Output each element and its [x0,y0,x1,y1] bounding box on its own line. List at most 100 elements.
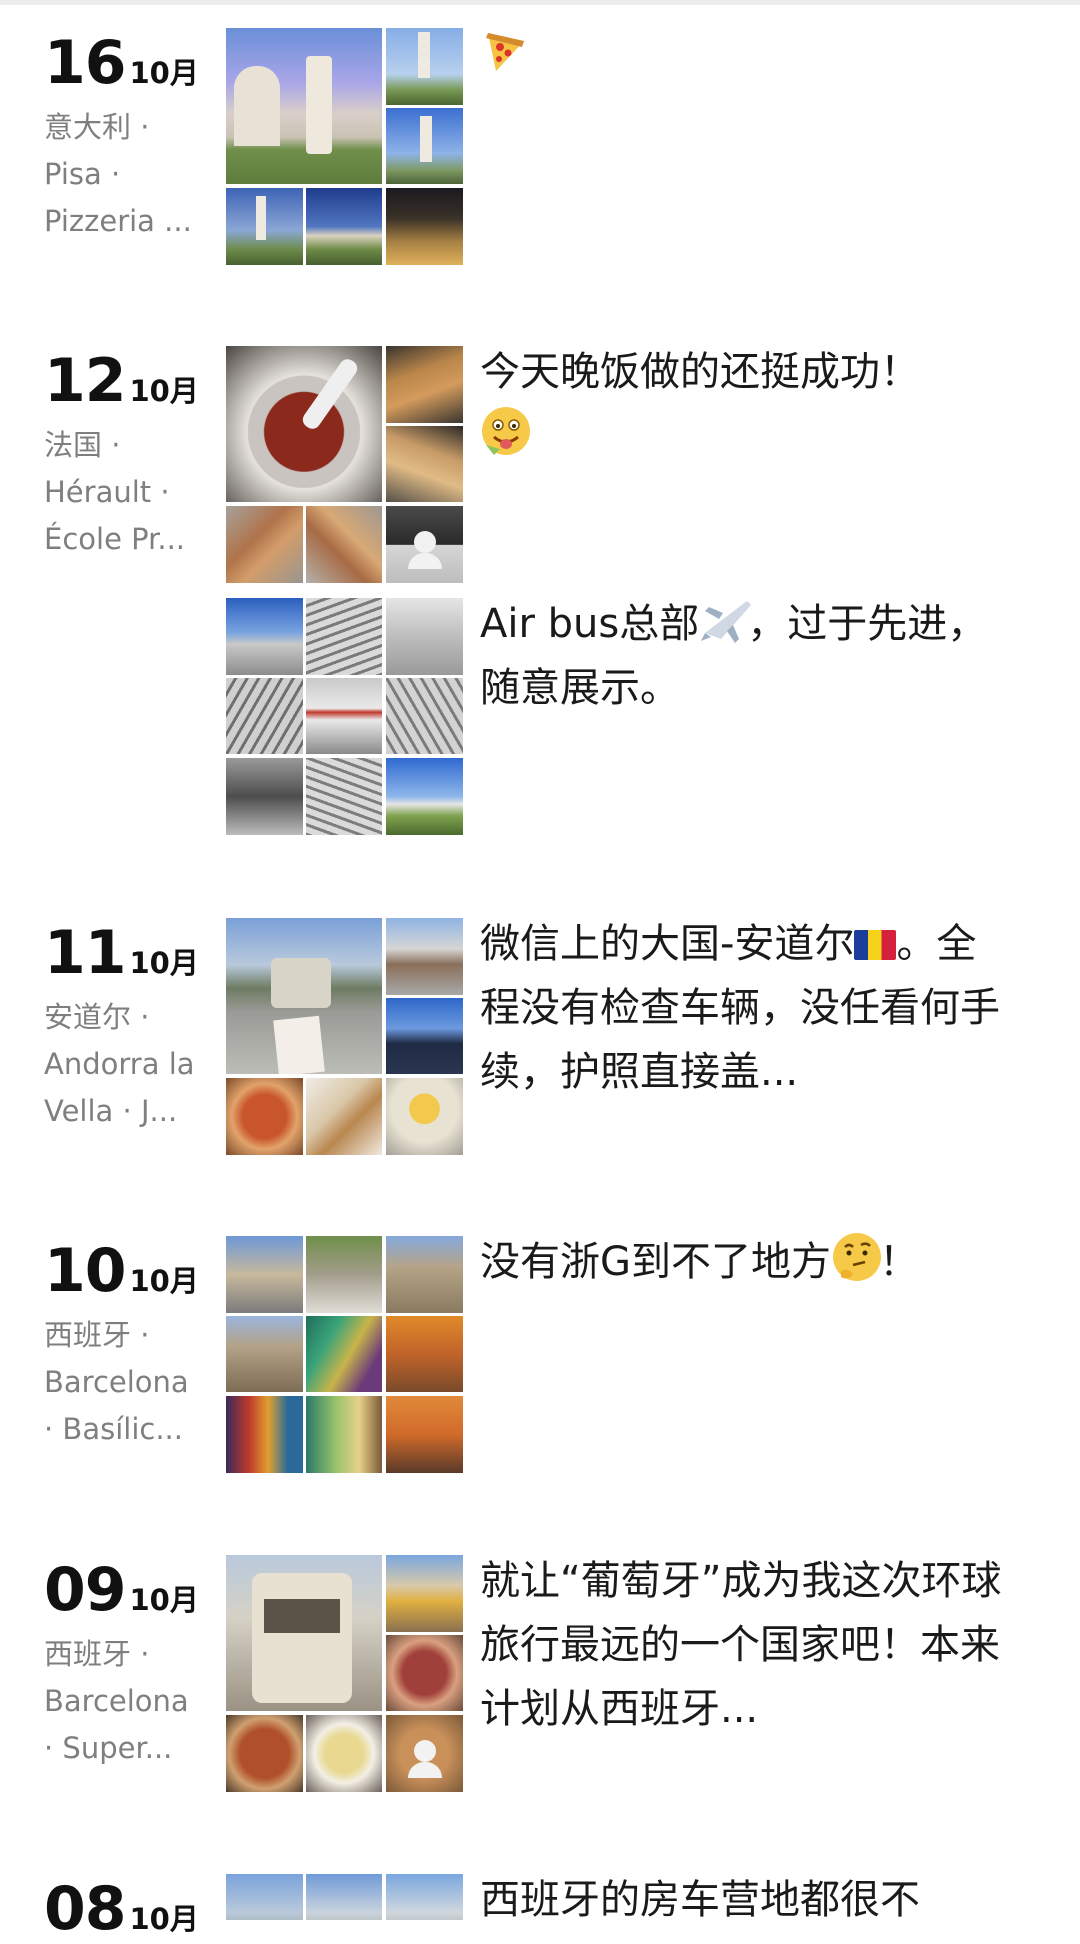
location-line: 西班牙 · [44,1637,150,1671]
post-day: 12 [44,346,126,416]
caption-text: 西班牙的房车营地都很不 [480,1877,920,1923]
photo-thumbnail[interactable] [386,678,463,754]
photo-thumbnail[interactable] [226,1316,303,1392]
post-caption[interactable]: 微信上的大国-安道尔 。全程没有检查车辆，没任看何手续，护照直接盖... [480,912,1010,1104]
photo-thumbnail[interactable] [386,346,463,423]
photo-thumbnail[interactable] [386,1316,463,1392]
post-location[interactable]: 安道尔 · Andorra la Vella · J... [44,994,204,1135]
top-divider [0,0,1080,5]
photo-grid[interactable] [226,598,463,835]
photo-grid[interactable] [226,1236,463,1473]
photo-thumbnail[interactable] [226,918,382,1074]
photo-thumbnail[interactable] [386,1635,463,1711]
photo-thumbnail[interactable] [306,1236,382,1313]
photo-thumbnail[interactable] [386,918,463,995]
photo-thumbnail[interactable] [386,426,463,502]
post-caption[interactable]: 今天晚饭做的还挺成功！ [480,340,1010,468]
photo-thumbnail[interactable] [226,1396,303,1473]
caption-text: 今天晚饭做的还挺成功！ [480,349,920,395]
photo-thumbnail[interactable] [386,758,463,835]
photo-thumbnail[interactable] [306,1715,382,1792]
location-line: · Super... [44,1731,173,1765]
post-location[interactable]: 西班牙 · Barcelona · Basílic... [44,1312,204,1453]
post-day: 16 [44,28,126,98]
post-month: 10月 [129,56,199,90]
photo-thumbnail[interactable] [226,28,382,184]
photo-thumbnail[interactable] [306,1874,382,1920]
photo-thumbnail[interactable] [386,108,463,184]
photo-thumbnail[interactable] [386,28,463,105]
post-month: 10月 [129,1264,199,1298]
post-caption[interactable]: Air bus总部 ，过于先进，随意展示。 [480,592,1010,720]
photo-thumbnail[interactable] [386,1396,463,1473]
post-location[interactable]: 法国 · Hérault · École Pr... [44,422,204,563]
photo-thumbnail[interactable] [226,1715,303,1792]
photo-thumbnail[interactable] [386,1555,463,1632]
location-line: 法国 · [44,428,121,462]
photo-grid[interactable] [226,1555,463,1792]
location-line: Andorra la [44,1047,195,1081]
photo-thumbnail[interactable] [306,1316,382,1392]
location-line: École Pr... [44,522,186,556]
post-location[interactable]: 西班牙 · Barcelona · Super... [44,1631,204,1772]
photo-thumbnail[interactable] [386,1874,463,1920]
photo-thumbnail[interactable] [226,598,303,675]
photo-thumbnail[interactable] [386,506,463,583]
photo-thumbnail[interactable] [226,678,303,754]
pizza-icon [480,27,528,75]
post-date: 08 10月 [44,1874,214,1944]
post-date: 09 10月 西班牙 · Barcelona · Super... [44,1555,214,1772]
location-line: Pizzeria ... [44,204,192,238]
photo-thumbnail[interactable] [386,998,463,1074]
photo-thumbnail[interactable] [226,1555,382,1711]
caption-text: 微信上的大国-安道尔 [480,921,855,967]
location-line: Barcelona [44,1365,189,1399]
photo-thumbnail[interactable] [306,678,382,754]
photo-thumbnail[interactable] [306,598,382,675]
post-caption[interactable]: 西班牙的房车营地都很不 [480,1868,1010,1932]
photo-thumbnail[interactable] [226,346,382,502]
post-day: 09 [44,1555,126,1625]
post-month: 10月 [129,1902,199,1936]
airplane-icon [699,593,752,643]
photo-thumbnail[interactable] [306,188,382,265]
post-caption[interactable] [480,22,1010,86]
photo-thumbnail[interactable] [226,1874,303,1920]
yum-face-icon [480,405,530,455]
photo-thumbnail[interactable] [226,506,303,583]
photo-thumbnail[interactable] [226,188,303,265]
photo-grid[interactable] [226,28,463,265]
photo-thumbnail[interactable] [226,1078,303,1155]
photo-thumbnail[interactable] [386,1715,463,1792]
photo-thumbnail[interactable] [306,506,382,583]
photo-thumbnail[interactable] [306,1078,382,1155]
photo-thumbnail[interactable] [386,188,463,265]
photo-grid[interactable] [226,918,463,1155]
caption-text: ！ [879,1239,919,1285]
location-line: Barcelona [44,1684,189,1718]
post-month: 10月 [129,1583,199,1617]
post-caption[interactable]: 就让“葡萄牙”成为我这次环球旅行最远的一个国家吧！本来计划从西班牙... [480,1549,1010,1741]
location-line: Vella · J... [44,1094,178,1128]
caption-text: 就让“葡萄牙”成为我这次环球旅行最远的一个国家吧！本来计划从西班牙... [480,1558,1002,1732]
post-date: 11 10月 安道尔 · Andorra la Vella · J... [44,918,214,1135]
location-line: 西班牙 · [44,1318,150,1352]
post-caption[interactable]: 没有浙G到不了地方 ！ [480,1230,1010,1294]
photo-thumbnail[interactable] [306,1396,382,1473]
photo-thumbnail[interactable] [226,758,303,835]
caption-text: Air bus总部 [480,601,700,647]
photo-thumbnail[interactable] [386,1236,463,1313]
post-location[interactable]: 意大利 · Pisa · Pizzeria ... [44,104,204,245]
photo-grid[interactable] [226,1874,463,1920]
photo-thumbnail[interactable] [306,758,382,835]
photo-thumbnail[interactable] [226,1236,303,1313]
location-line: Hérault · [44,475,170,509]
post-date: 10 10月 西班牙 · Barcelona · Basílic... [44,1236,214,1453]
photo-thumbnail[interactable] [386,598,463,675]
post-day: 11 [44,918,126,988]
andorra-flag-icon [854,930,897,960]
photo-thumbnail[interactable] [386,1078,463,1155]
photo-grid[interactable] [226,346,463,583]
location-line: · Basílic... [44,1412,183,1446]
post-day: 08 [44,1874,126,1944]
